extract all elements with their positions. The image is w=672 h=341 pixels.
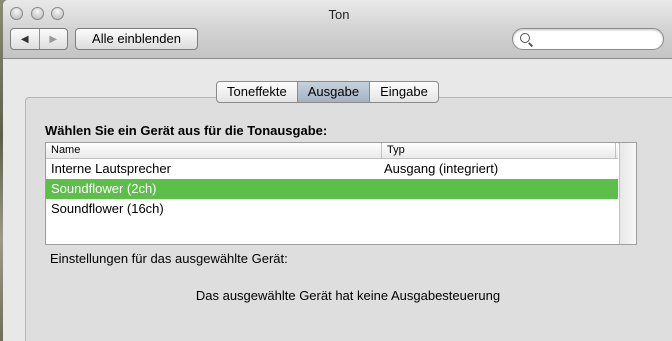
preferences-window: Ton ◀ ▶ Alle einblenden Toneffekte Ausga…: [3, 0, 672, 341]
device-name: Soundflower (2ch): [51, 181, 157, 196]
device-name: Interne Lautsprecher: [51, 161, 171, 176]
column-header-name[interactable]: Name: [51, 144, 80, 156]
output-device-table[interactable]: Name Typ Interne Lautsprecher Ausgang (i…: [45, 142, 637, 245]
toolbar: Ton ◀ ▶ Alle einblenden: [3, 0, 672, 59]
device-settings-label: Einstellungen für das ausgewählte Gerät:: [50, 251, 288, 266]
back-button[interactable]: ◀: [11, 29, 39, 49]
content-area: Toneffekte Ausgabe Eingabe Wählen Sie ei…: [3, 59, 672, 341]
device-name: Soundflower (16ch): [51, 201, 164, 216]
column-header-type[interactable]: Typ: [381, 143, 405, 158]
tab-eingabe[interactable]: Eingabe: [369, 82, 438, 102]
header-divider: [615, 143, 616, 158]
tab-toneffekte[interactable]: Toneffekte: [217, 82, 297, 102]
table-row-selected[interactable]: Soundflower (2ch): [46, 179, 618, 199]
forward-button[interactable]: ▶: [38, 29, 68, 49]
navigation-buttons: ◀ ▶: [10, 28, 68, 50]
search-input[interactable]: [535, 31, 659, 49]
window-title: Ton: [328, 7, 350, 22]
table-row[interactable]: Soundflower (16ch): [46, 199, 618, 219]
device-type: Ausgang (integriert): [384, 161, 499, 176]
no-output-controls-message: Das ausgewählte Gerät hat keine Ausgabes…: [195, 288, 501, 303]
tab-ausgabe[interactable]: Ausgabe: [296, 82, 370, 102]
table-header: Name Typ: [46, 143, 618, 159]
search-icon: [520, 33, 530, 43]
show-all-button[interactable]: Alle einblenden: [75, 28, 198, 50]
table-scrollbar[interactable]: [619, 143, 636, 244]
search-field[interactable]: [512, 28, 664, 50]
table-row[interactable]: Interne Lautsprecher Ausgang (integriert…: [46, 159, 618, 179]
output-device-heading: Wählen Sie ein Gerät aus für die Tonausg…: [45, 123, 328, 138]
tab-bar: Toneffekte Ausgabe Eingabe: [216, 81, 439, 103]
